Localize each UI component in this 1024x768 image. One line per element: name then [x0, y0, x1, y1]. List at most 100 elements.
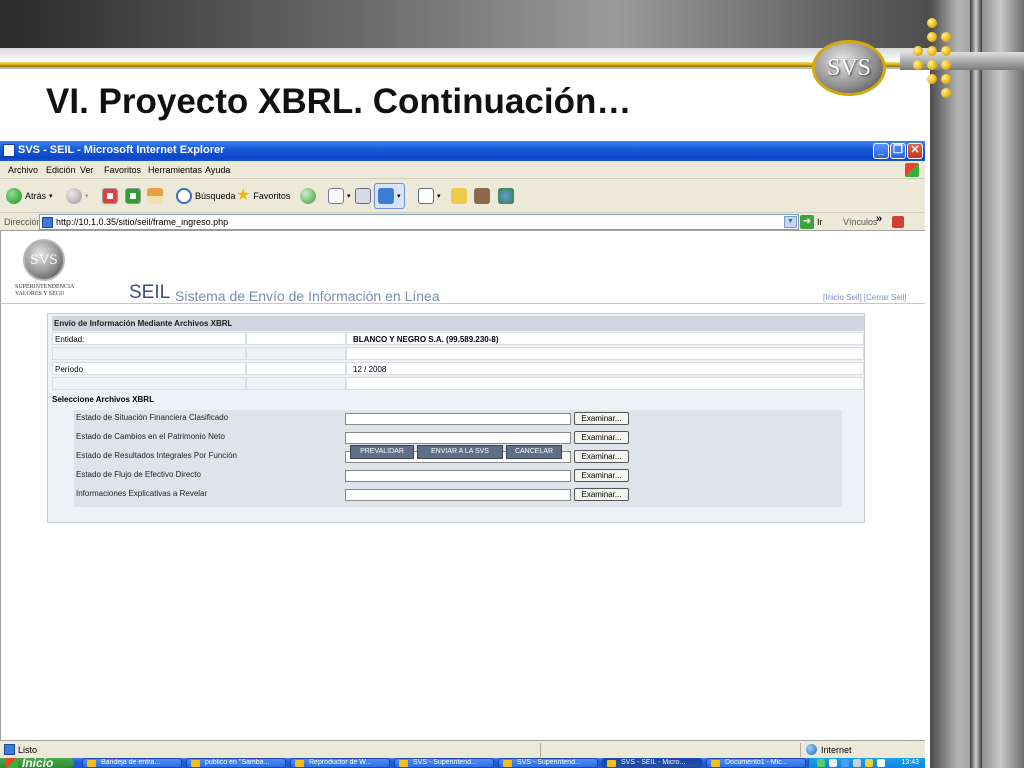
file-label: Estado de Situación Financiera Clasifica…: [76, 413, 229, 422]
outlook-icon: [87, 760, 96, 767]
seil-nav-links[interactable]: [Inicio Seil] [Cerrar Seil]: [823, 293, 907, 302]
dot: [913, 46, 923, 56]
header-divider: [1, 303, 925, 304]
address-input[interactable]: http://10.1.0.35/sitio/seil/frame_ingres…: [39, 214, 799, 230]
file-path-input[interactable]: [345, 413, 571, 425]
browse-button[interactable]: Examinar...: [574, 469, 629, 482]
send-to-svs-button[interactable]: ENVIAR A LA SVS: [417, 445, 503, 459]
toolbar-options-icon[interactable]: [892, 216, 904, 228]
browser-window: SVS - SEIL - Microsoft Internet Explorer…: [0, 141, 925, 768]
menu-ver[interactable]: Ver: [80, 165, 94, 175]
file-path-input[interactable]: [345, 470, 571, 482]
ie-icon: [3, 144, 15, 157]
tray-icon[interactable]: [865, 759, 873, 767]
start-button[interactable]: Inicio: [0, 757, 74, 768]
file-row: Estado de Situación Financiera Clasifica…: [74, 410, 842, 429]
spacer-cell: [246, 377, 346, 390]
back-label: Atrás: [25, 191, 47, 201]
research-button[interactable]: [474, 186, 490, 206]
taskbar-item[interactable]: SVS - Superintend...: [394, 758, 494, 768]
spacer-cell: [346, 347, 864, 360]
print-icon: [355, 188, 371, 204]
mail-button[interactable]: ▾: [328, 186, 351, 206]
network-icon[interactable]: [853, 759, 861, 767]
dot: [927, 74, 937, 84]
links-label[interactable]: Vínculos: [843, 217, 878, 227]
menu-edicion[interactable]: Edición: [46, 165, 76, 175]
window-title-bar[interactable]: SVS - SEIL - Microsoft Internet Explorer…: [0, 141, 925, 161]
seil-brand: SEIL: [129, 282, 171, 303]
taskbar-item[interactable]: SVS - Superintend...: [498, 758, 598, 768]
menu-favoritos[interactable]: Favoritos: [104, 165, 141, 175]
history-button[interactable]: [300, 186, 316, 206]
taskbar-item[interactable]: Documento1 - Mic...: [706, 758, 806, 768]
favorites-button[interactable]: ★ Favoritos: [236, 186, 290, 206]
taskbar-item[interactable]: Bandeja de entra...: [82, 758, 182, 768]
contacts-icon: [498, 188, 514, 204]
dot: [927, 18, 937, 28]
decorative-dots: [905, 18, 975, 108]
address-url: http://10.1.0.35/sitio/seil/frame_ingres…: [56, 217, 229, 227]
browse-button[interactable]: Examinar...: [574, 412, 629, 425]
home-button[interactable]: [147, 186, 163, 206]
task-label: Documento1 - Mic...: [725, 759, 788, 766]
search-button[interactable]: Búsqueda: [176, 186, 236, 206]
search-label: Búsqueda: [195, 191, 236, 201]
cancel-button[interactable]: CANCELAR: [506, 445, 562, 459]
tray-icon[interactable]: [829, 759, 837, 767]
file-path-input[interactable]: [345, 489, 571, 501]
browse-button[interactable]: Examinar...: [574, 450, 629, 463]
prevalidate-button[interactable]: PREVALIDAR: [350, 445, 414, 459]
tray-icon[interactable]: [841, 759, 849, 767]
period-label: Período: [52, 362, 246, 375]
dot: [913, 60, 923, 70]
address-dropdown-button[interactable]: ▼: [784, 216, 797, 228]
folder-button[interactable]: [451, 186, 467, 206]
tray-icon[interactable]: [817, 759, 825, 767]
menu-archivo[interactable]: Archivo: [8, 165, 38, 175]
taskbar: Inicio Bandeja de entra... publico en "S…: [0, 757, 925, 768]
browse-button[interactable]: Examinar...: [574, 488, 629, 501]
menu-ayuda[interactable]: Ayuda: [205, 165, 230, 175]
forward-button[interactable]: ▾: [66, 186, 89, 206]
taskbar-item[interactable]: Reproductor de W...: [290, 758, 390, 768]
task-label: Bandeja de entra...: [101, 759, 161, 766]
print-button[interactable]: [355, 186, 371, 206]
browse-button[interactable]: Examinar...: [574, 431, 629, 444]
spacer-cell: [346, 377, 864, 390]
folder-icon: [451, 188, 467, 204]
windows-flag-icon: [6, 758, 18, 768]
svs-page-logo: SVS: [23, 239, 65, 281]
globe-icon: [806, 744, 817, 755]
stop-button[interactable]: [102, 186, 118, 206]
messenger-button[interactable]: ▾: [374, 183, 405, 209]
taskbar-item[interactable]: publico en "Samba...: [186, 758, 286, 768]
close-button[interactable]: ✕: [907, 143, 923, 159]
clock[interactable]: 13:43: [901, 758, 919, 768]
taskbar-item-active[interactable]: SVS - SEIL - Micro...: [602, 758, 702, 768]
go-label[interactable]: Ir: [817, 217, 823, 227]
back-button[interactable]: Atrás ▾: [6, 186, 53, 206]
maximize-button[interactable]: ❐: [890, 143, 906, 159]
back-arrow-icon: [6, 188, 22, 204]
spacer-cell: [52, 347, 246, 360]
wifi-icon[interactable]: [877, 759, 885, 767]
minimize-button[interactable]: _: [873, 143, 889, 159]
stop-icon: [102, 188, 118, 204]
contacts-button[interactable]: [498, 186, 514, 206]
favorites-label: Favoritos: [253, 191, 291, 201]
word-icon: [711, 760, 720, 767]
entity-spacer: [246, 332, 346, 345]
org-name: SUPERINTENDENCIA VALORES Y SEGU: [15, 284, 75, 297]
word-button[interactable]: ▾: [418, 186, 441, 206]
period-row: Período 12 / 2008: [52, 362, 864, 375]
file-path-input[interactable]: [345, 432, 571, 444]
slide-gray-line: [0, 67, 920, 69]
slide-right-column: [930, 0, 1024, 768]
refresh-button[interactable]: [125, 186, 141, 206]
go-arrow-icon[interactable]: ➜: [800, 215, 814, 229]
file-label: Estado de Flujo de Efectivo Directo: [76, 470, 201, 479]
status-divider: [540, 743, 541, 757]
links-more-icon[interactable]: »: [876, 213, 882, 225]
menu-herramientas[interactable]: Herramientas: [148, 165, 202, 175]
